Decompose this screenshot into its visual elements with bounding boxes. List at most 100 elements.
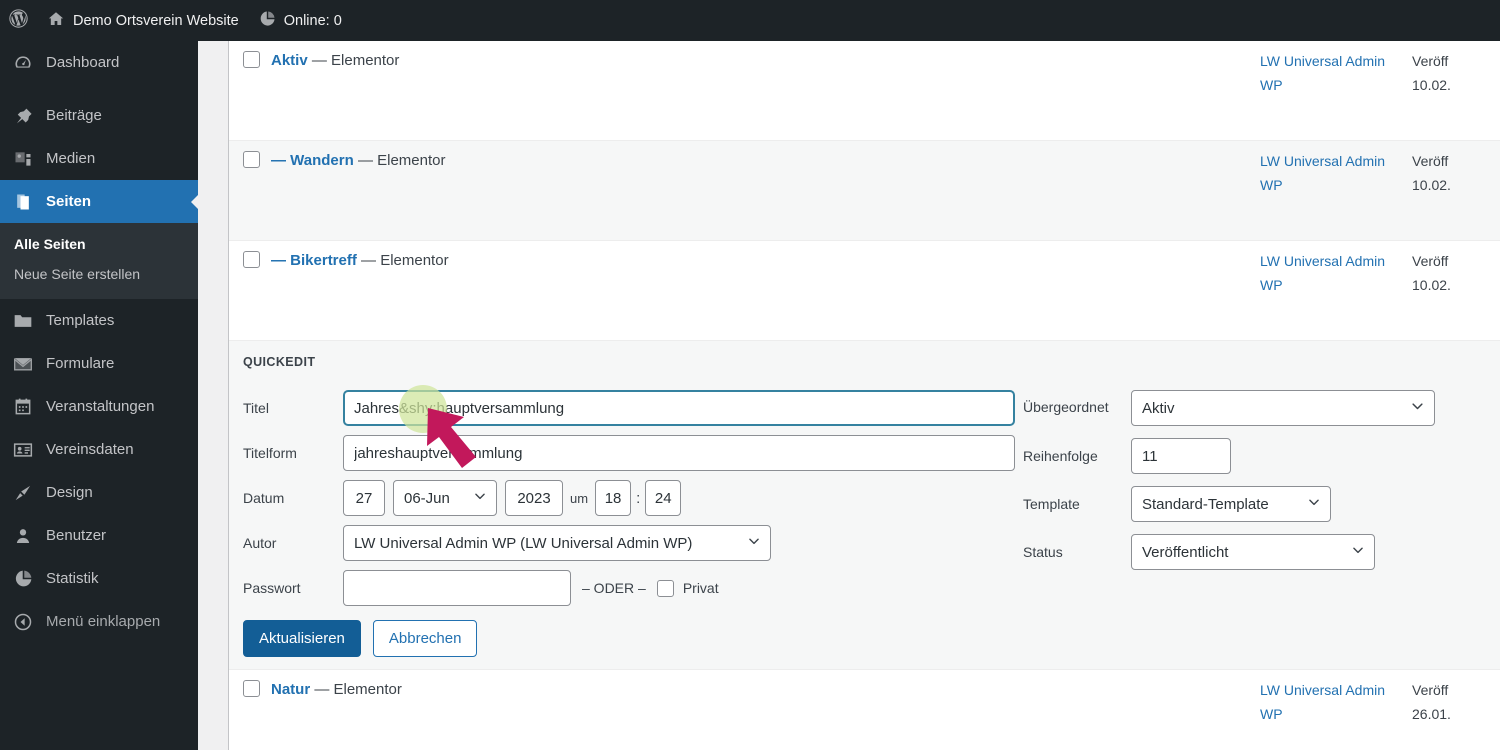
sidebar-item-label: Templates bbox=[46, 312, 115, 329]
row-checkbox[interactable] bbox=[243, 51, 260, 68]
row-author-cell[interactable]: LW Universal Admin WP bbox=[1260, 241, 1400, 298]
update-button[interactable]: Aktualisieren bbox=[243, 620, 361, 657]
date-minute-input[interactable] bbox=[645, 480, 682, 516]
author-field-label: Autor bbox=[243, 535, 277, 551]
page-title-suffix: — Elementor bbox=[356, 252, 449, 269]
chevron-down-icon bbox=[1351, 543, 1365, 561]
author-value: LW Universal Admin WP (LW Universal Admi… bbox=[354, 534, 693, 552]
chevron-down-icon bbox=[747, 534, 761, 552]
quick-edit-panel: QUICKEDIT Titel Titelform Datum 06-Jun bbox=[229, 341, 1500, 670]
sidebar-item-formulare[interactable]: Formulare bbox=[0, 342, 198, 385]
online-counter-button[interactable]: Online: 0 bbox=[249, 0, 352, 41]
online-counter-label: Online: 0 bbox=[283, 12, 342, 29]
row-author-cell[interactable]: LW Universal Admin WP bbox=[1260, 41, 1400, 98]
page-title-link[interactable]: Aktiv bbox=[271, 52, 308, 69]
row-checkbox-cell[interactable] bbox=[229, 141, 271, 168]
parent-field-label: Übergeordnet bbox=[1023, 399, 1109, 416]
sidebar-item-label: Design bbox=[46, 484, 93, 501]
chevron-down-icon bbox=[1307, 495, 1321, 513]
date-month-select[interactable]: 06-Jun bbox=[393, 480, 497, 516]
page-title-suffix: — Elementor bbox=[353, 152, 446, 169]
row-date-cell: Veröff 26.01. bbox=[1400, 670, 1500, 727]
row-date-label: 26.01. bbox=[1412, 705, 1451, 722]
row-title-cell: — Wandern — Elementor bbox=[271, 141, 1260, 171]
site-name-label: Demo Ortsverein Website bbox=[73, 12, 239, 29]
quick-edit-password-row: Passwort – ODER – Privat bbox=[243, 570, 1023, 606]
row-title-cell: Aktiv — Elementor bbox=[271, 41, 1260, 71]
date-day-input[interactable] bbox=[343, 480, 385, 516]
page-title-link[interactable]: Natur bbox=[271, 681, 310, 698]
admin-bar: Demo Ortsverein Website Online: 0 bbox=[0, 0, 1500, 41]
wordpress-logo-button[interactable] bbox=[0, 0, 37, 41]
row-author-cell[interactable]: LW Universal Admin WP bbox=[1260, 141, 1400, 198]
row-checkbox[interactable] bbox=[243, 680, 260, 697]
home-icon bbox=[47, 10, 65, 32]
parent-select[interactable]: Aktiv bbox=[1131, 390, 1435, 426]
author-select[interactable]: LW Universal Admin WP (LW Universal Admi… bbox=[343, 525, 771, 561]
table-row[interactable]: — Bikertreff — Elementor LW Universal Ad… bbox=[229, 241, 1500, 341]
status-select[interactable]: Veröffentlicht bbox=[1131, 534, 1375, 570]
sidebar-item-medien[interactable]: Medien bbox=[0, 137, 198, 180]
collapse-menu-button[interactable]: Menü einklappen bbox=[0, 600, 198, 643]
quick-edit-template-row: Template Standard-Template bbox=[1023, 486, 1443, 522]
date-year-input[interactable] bbox=[505, 480, 563, 516]
row-checkbox-cell[interactable] bbox=[229, 670, 271, 697]
page-title-link[interactable]: — Wandern bbox=[271, 152, 354, 169]
quick-edit-parent-row: Übergeordnet Aktiv bbox=[1023, 390, 1443, 426]
sidebar-item-label: Medien bbox=[46, 150, 96, 167]
cancel-button[interactable]: Abbrechen bbox=[372, 620, 478, 657]
pages-icon bbox=[12, 191, 34, 213]
row-date-cell: Veröff 10.02. bbox=[1400, 41, 1500, 98]
paintbrush-icon bbox=[12, 482, 34, 504]
site-name-button[interactable]: Demo Ortsverein Website bbox=[37, 0, 249, 41]
wordpress-logo-icon bbox=[8, 8, 29, 33]
pie-chart-icon bbox=[12, 568, 34, 590]
row-status-label: Veröff bbox=[1412, 53, 1449, 69]
row-title-cell: — Bikertreff — Elementor bbox=[271, 241, 1260, 271]
date-hour-input[interactable] bbox=[595, 480, 632, 516]
order-input[interactable] bbox=[1131, 438, 1231, 474]
sidebar-item-neue-seite-erstellen[interactable]: Neue Seite erstellen bbox=[0, 259, 198, 289]
table-row[interactable]: Aktiv — Elementor LW Universal Admin WP … bbox=[229, 41, 1500, 141]
table-row[interactable]: Natur — Elementor LW Universal Admin WP … bbox=[229, 670, 1500, 750]
row-checkbox-cell[interactable] bbox=[229, 41, 271, 68]
sidebar-item-beitraege[interactable]: Beiträge bbox=[0, 94, 198, 137]
order-field-label: Reihenfolge bbox=[1023, 448, 1098, 464]
table-row[interactable]: — Wandern — Elementor LW Universal Admin… bbox=[229, 141, 1500, 241]
row-status-label: Veröff bbox=[1412, 153, 1449, 169]
collapse-arrow-icon bbox=[12, 611, 34, 633]
row-checkbox[interactable] bbox=[243, 251, 260, 268]
status-value: Veröffentlicht bbox=[1142, 543, 1229, 561]
sidebar-item-benutzer[interactable]: Benutzer bbox=[0, 514, 198, 557]
sidebar-item-statistik[interactable]: Statistik bbox=[0, 557, 198, 600]
row-checkbox-cell[interactable] bbox=[229, 241, 271, 268]
row-author-cell[interactable]: LW Universal Admin WP bbox=[1260, 670, 1400, 727]
row-status-label: Veröff bbox=[1412, 682, 1449, 698]
date-at-label: um bbox=[570, 490, 589, 506]
sidebar-item-templates[interactable]: Templates bbox=[0, 299, 198, 342]
sidebar-item-design[interactable]: Design bbox=[0, 471, 198, 514]
page-title-link[interactable]: — Bikertreff bbox=[271, 252, 357, 269]
password-field-label: Passwort bbox=[243, 580, 301, 596]
page-title-suffix: — Elementor bbox=[310, 681, 402, 698]
sidebar-item-label: Formulare bbox=[46, 355, 115, 372]
sidebar-separator bbox=[0, 84, 198, 94]
sidebar-item-dashboard[interactable]: Dashboard bbox=[0, 41, 198, 84]
sidebar-item-label: Veranstaltungen bbox=[46, 398, 155, 415]
sidebar-item-veranstaltungen[interactable]: Veranstaltungen bbox=[0, 385, 198, 428]
sidebar-item-seiten[interactable]: Seiten bbox=[0, 180, 198, 223]
pin-icon bbox=[12, 105, 34, 127]
calendar-icon bbox=[12, 396, 34, 418]
password-input[interactable] bbox=[343, 570, 571, 606]
template-select[interactable]: Standard-Template bbox=[1131, 486, 1331, 522]
row-checkbox[interactable] bbox=[243, 151, 260, 168]
slug-input[interactable] bbox=[343, 435, 1015, 471]
sidebar-item-alle-seiten[interactable]: Alle Seiten bbox=[0, 229, 198, 259]
time-separator: : bbox=[636, 489, 641, 507]
collapse-menu-label: Menü einklappen bbox=[46, 613, 161, 630]
title-input[interactable] bbox=[343, 390, 1015, 426]
sidebar-item-vereinsdaten[interactable]: Vereinsdaten bbox=[0, 428, 198, 471]
private-checkbox[interactable] bbox=[656, 579, 674, 597]
row-date-label: 10.02. bbox=[1412, 76, 1451, 93]
sidebar-item-label: Benutzer bbox=[46, 527, 107, 544]
